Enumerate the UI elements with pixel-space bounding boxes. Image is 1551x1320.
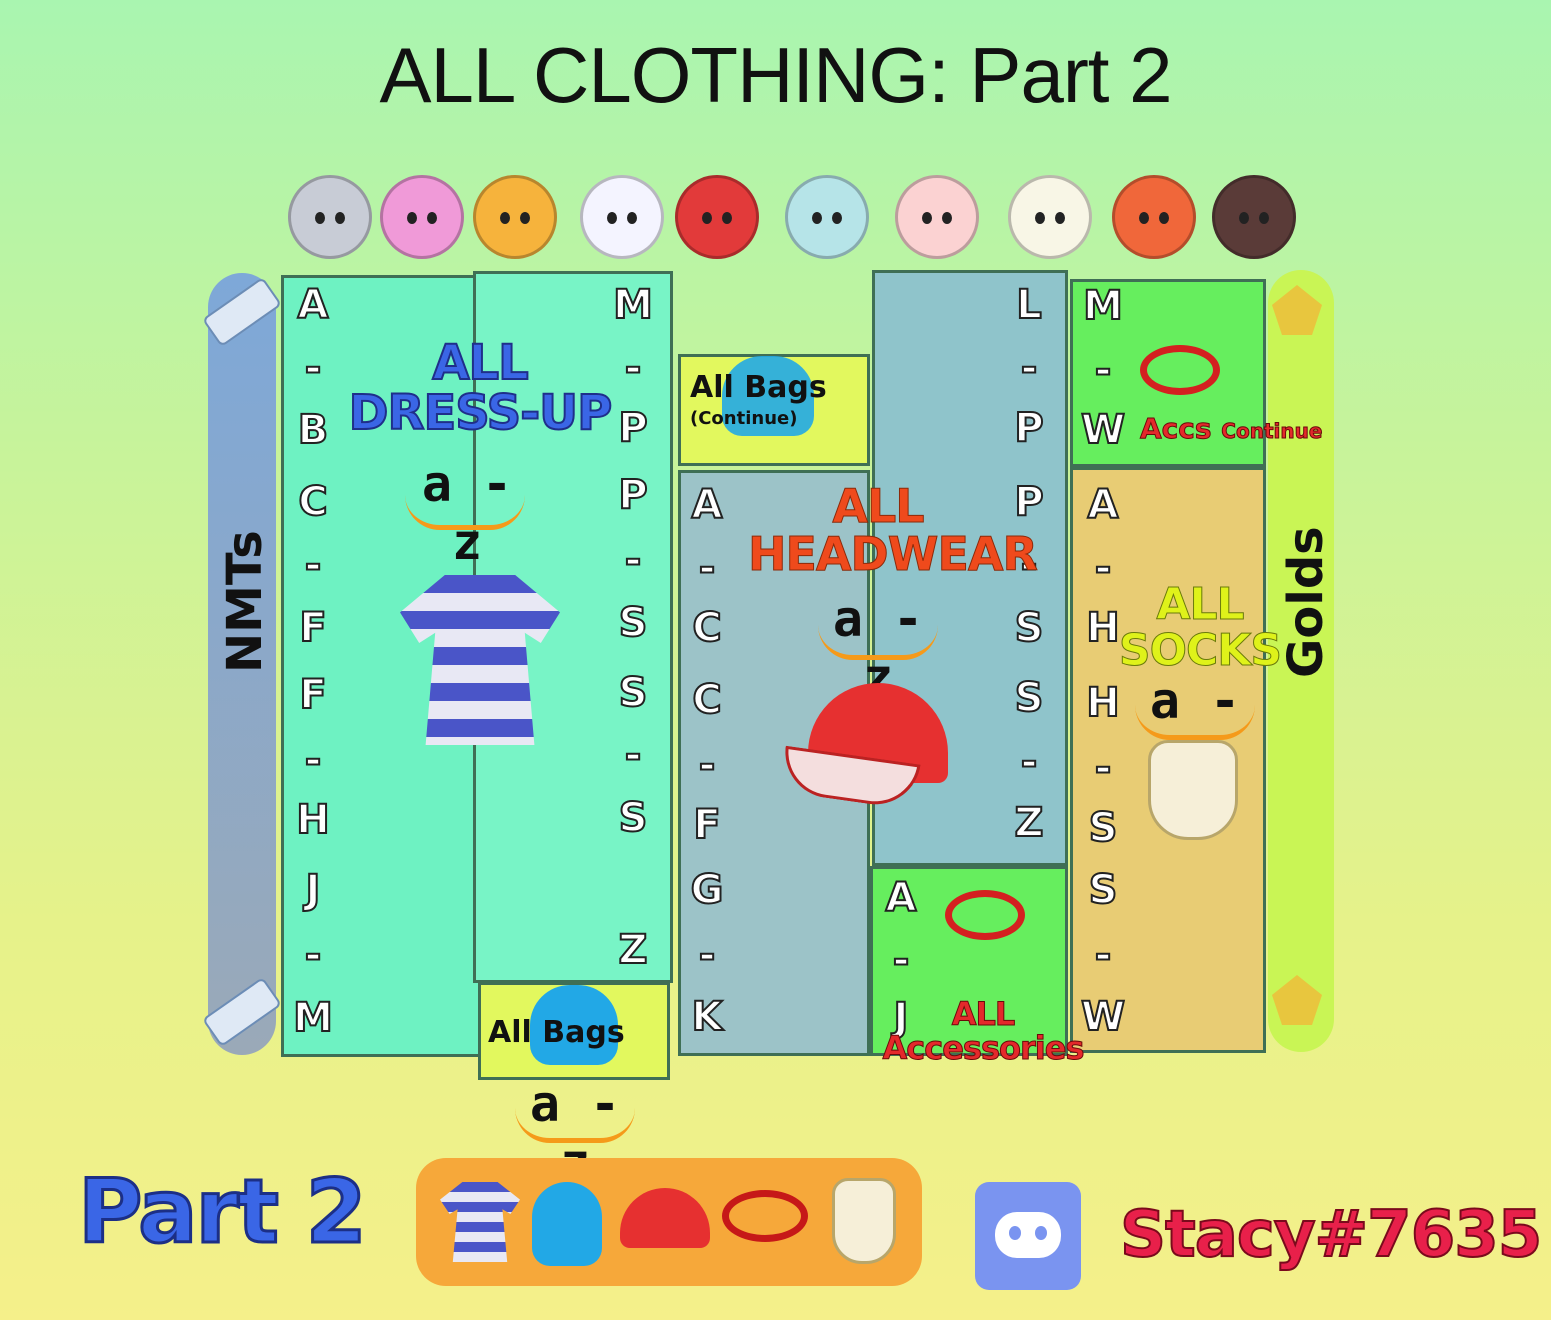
accessories-line2: Accessories	[882, 1028, 1085, 1067]
range-letter: -	[1020, 739, 1039, 785]
range-letter: P	[1013, 405, 1044, 451]
range-letter: A	[885, 875, 918, 921]
range-letter: F	[298, 605, 327, 651]
range-letter: A	[691, 482, 724, 528]
page-title: ALL CLOTHING: Part 2	[379, 31, 1172, 119]
range-letter: H	[295, 797, 330, 843]
range-letter: P	[617, 472, 648, 518]
range-letter: H	[1085, 680, 1120, 726]
accessories-line1: ALL	[951, 995, 1016, 1033]
glasses-icon	[945, 890, 1025, 940]
bags-continue-title: All Bags	[690, 370, 827, 405]
cap-icon	[620, 1188, 710, 1248]
discord-icon[interactable]	[975, 1182, 1081, 1290]
bear-stitches-icon	[473, 175, 557, 259]
range-letter: S	[618, 670, 649, 716]
range-letter: S	[1088, 867, 1119, 913]
bird-red-icon	[675, 175, 759, 259]
socks-icon	[832, 1178, 896, 1264]
range-letter: K	[691, 994, 724, 1040]
headwear-line2: HEADWEAR	[748, 527, 1039, 582]
range-letter: M	[1082, 283, 1124, 329]
category-icons-tray	[416, 1158, 922, 1286]
all-bags-title: All Bags	[488, 1015, 625, 1050]
range-letter: S	[618, 795, 649, 841]
accs-word: Accs	[1140, 412, 1213, 446]
range-letter: G	[690, 867, 725, 913]
range-letter: Z	[1013, 800, 1044, 846]
contact-handle: Stacy#7635	[1119, 1197, 1543, 1273]
accs-continue-title: Accs Continue	[1140, 412, 1323, 446]
range-letter: -	[698, 932, 717, 978]
bear-judy-icon	[580, 175, 664, 259]
amazon-smile-icon	[405, 495, 525, 530]
sheep-pink-icon	[895, 175, 979, 259]
dressup-line1: ALL	[431, 335, 529, 391]
range-letter: S	[1088, 805, 1119, 851]
range-letter: L	[1015, 282, 1043, 328]
headwear-line1: ALL	[832, 479, 925, 533]
range-letter: M	[612, 282, 654, 328]
range-letter: C	[691, 605, 722, 651]
range-letter: -	[624, 537, 643, 583]
range-letter: -	[1094, 347, 1113, 393]
range-letter: M	[292, 995, 334, 1041]
range-letter: C	[691, 677, 722, 723]
range-letter: S	[1014, 675, 1045, 721]
range-letter: J	[305, 867, 322, 913]
range-letter: S	[1014, 605, 1045, 651]
range-letter: A	[1087, 482, 1120, 528]
backpack-icon	[532, 1182, 602, 1266]
glasses-icon	[1140, 345, 1220, 395]
range-letter: -	[1020, 345, 1039, 391]
dressup-line2: DRESS-UP	[348, 385, 614, 442]
glasses-icon	[722, 1190, 808, 1242]
socks-title: ALL SOCKS	[1115, 579, 1285, 677]
sheep-blue-icon	[785, 175, 869, 259]
headwear-title: ALL HEADWEAR	[748, 479, 1039, 582]
raymond-icon	[288, 175, 372, 259]
range-letter: A	[297, 282, 330, 328]
range-letter: Z	[617, 927, 648, 973]
socks-line1: ALL	[1156, 579, 1245, 630]
range-letter: W	[1080, 407, 1126, 453]
horse-icon	[1212, 175, 1296, 259]
range-letter: -	[304, 345, 323, 391]
range-letter: -	[698, 742, 717, 788]
range-letter: -	[304, 932, 323, 978]
amazon-smile-icon	[515, 1108, 635, 1143]
dressup-title: ALL DRESS-UP	[345, 335, 615, 442]
range-letter: F	[692, 802, 721, 848]
range-letter: C	[297, 479, 328, 525]
range-letter: B	[297, 407, 330, 453]
amazon-smile-icon	[818, 625, 938, 660]
socks-line2: SOCKS	[1118, 625, 1282, 677]
part-label: Part 2	[77, 1159, 369, 1265]
range-letter: -	[624, 732, 643, 778]
range-letter: P	[617, 405, 648, 451]
range-letter: -	[698, 545, 717, 591]
nmts-label: NMTs	[217, 530, 273, 673]
range-letter: -	[304, 737, 323, 783]
range-letter: -	[624, 345, 643, 391]
socks-icon	[1148, 740, 1238, 840]
cub-marshal-icon	[1008, 175, 1092, 259]
range-letter: F	[298, 672, 327, 718]
bags-continue-subtitle: (Continue)	[690, 408, 798, 429]
shirt-icon	[440, 1182, 520, 1262]
continue-word: Continue	[1221, 419, 1323, 444]
bear-pink-icon	[380, 175, 464, 259]
range-letter: -	[892, 937, 911, 983]
amazon-smile-icon	[1135, 705, 1255, 740]
accessories-title: ALL Accessories	[858, 995, 1108, 1067]
range-letter: S	[618, 600, 649, 646]
golds-label: Golds	[1278, 526, 1334, 678]
range-letter: -	[1094, 932, 1113, 978]
range-letter: P	[1013, 479, 1044, 525]
wolf-audie-icon	[1112, 175, 1196, 259]
range-letter: -	[1094, 745, 1113, 791]
range-letter: -	[304, 542, 323, 588]
